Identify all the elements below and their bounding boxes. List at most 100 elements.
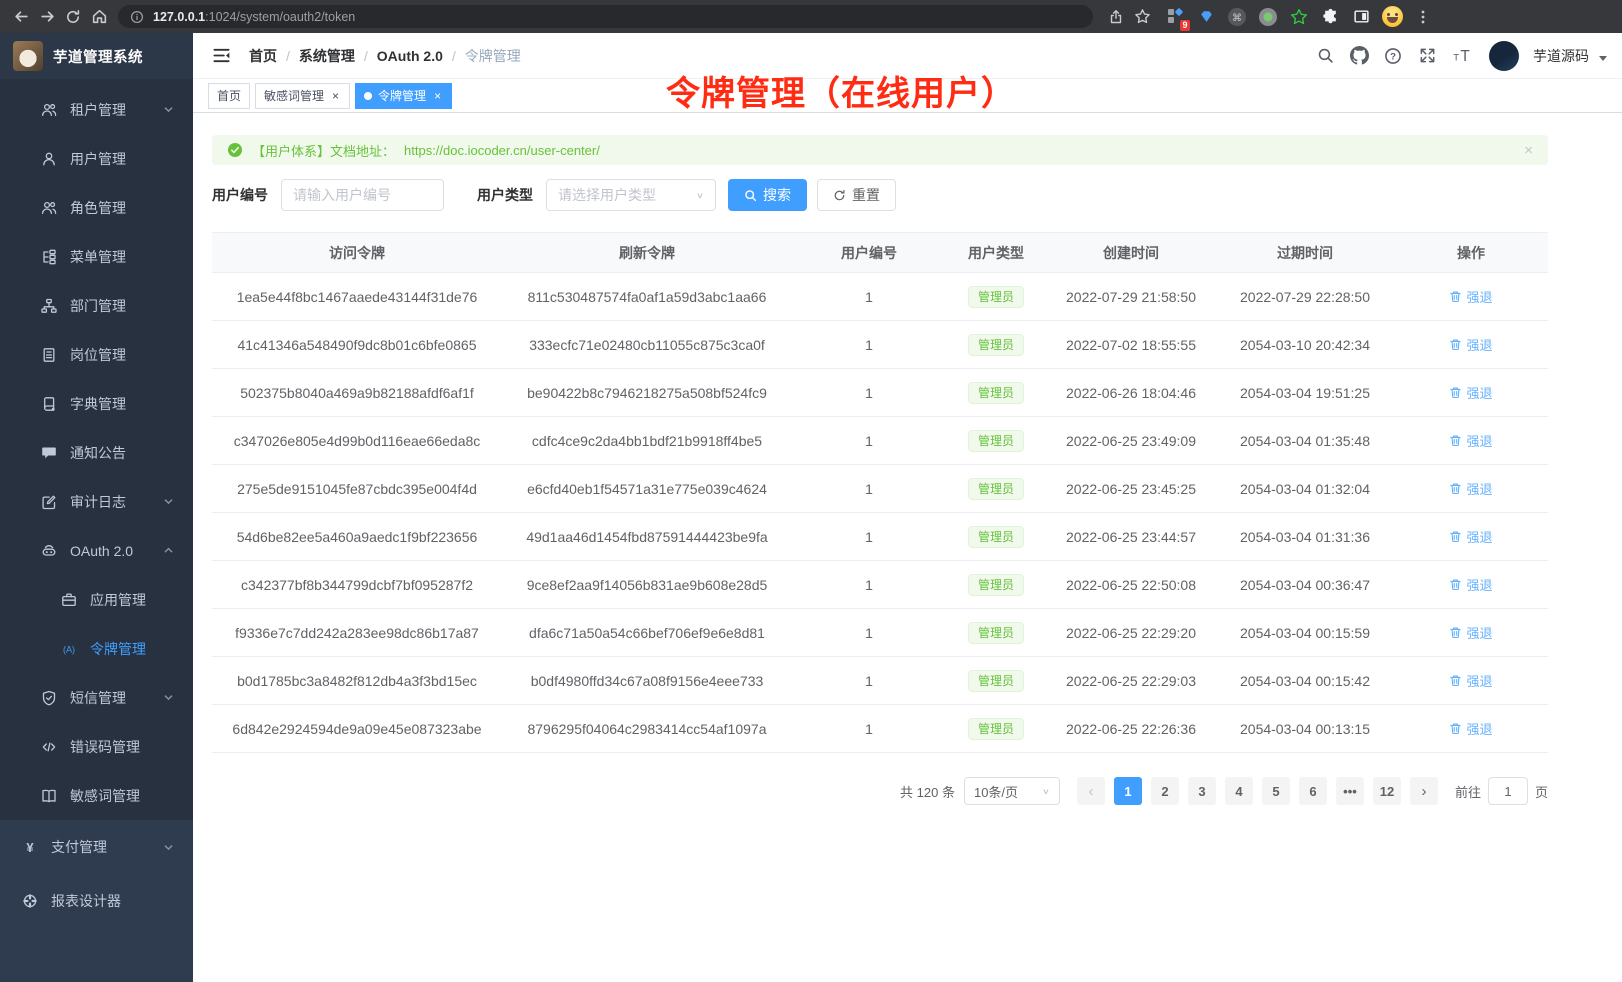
tab-令牌管理[interactable]: 令牌管理× — [355, 83, 452, 109]
sidebar-item-短信管理[interactable]: 短信管理 — [0, 673, 193, 722]
sidebar-item-用户管理[interactable]: 用户管理 — [0, 134, 193, 183]
command-icon[interactable]: ⌘ — [1225, 5, 1249, 29]
breadcrumb-item[interactable]: 首页 — [249, 46, 277, 66]
green-star-icon[interactable] — [1287, 5, 1311, 29]
force-logout-button[interactable]: 强退 — [1449, 287, 1492, 306]
tab-敏感词管理[interactable]: 敏感词管理× — [255, 83, 350, 109]
close-tab-icon[interactable]: × — [432, 89, 443, 103]
prev-page-button[interactable]: ‹ — [1077, 777, 1105, 805]
user-id-cell: 1 — [792, 609, 946, 657]
hamburger-icon[interactable] — [208, 42, 235, 69]
page-button-2[interactable]: 2 — [1151, 777, 1179, 805]
sidebar-item-敏感词管理[interactable]: 敏感词管理 — [0, 771, 193, 820]
user-type-cell: 管理员 — [946, 513, 1046, 561]
force-logout-button[interactable]: 强退 — [1449, 527, 1492, 546]
created-time-cell: 2022-07-29 21:58:50 — [1046, 273, 1216, 321]
record-icon[interactable] — [1256, 5, 1280, 29]
sidebar-item-租户管理[interactable]: 租户管理 — [0, 85, 193, 134]
avatar[interactable] — [1489, 41, 1519, 71]
chevron-down-icon: ∨ — [696, 190, 704, 199]
star-icon[interactable] — [1129, 4, 1155, 30]
github-icon[interactable] — [1345, 42, 1373, 70]
table-row: 275e5de9151045fe87cbdc395e004f4de6cfd40e… — [212, 465, 1548, 513]
user-name[interactable]: 芋道源码 — [1533, 46, 1589, 66]
search-button[interactable]: 搜索 — [728, 179, 807, 211]
extensions-grid-icon[interactable]: 9 — [1163, 5, 1187, 29]
breadcrumb-item[interactable]: OAuth 2.0 — [377, 48, 443, 64]
page-button-6[interactable]: 6 — [1299, 777, 1327, 805]
expire-time-cell: 2054-03-04 00:36:47 — [1216, 561, 1394, 609]
sidebar-item-错误码管理[interactable]: 错误码管理 — [0, 722, 193, 771]
access-token-cell: 41c41346a548490f9dc8b01c6bfe0865 — [212, 321, 502, 369]
share-icon[interactable] — [1103, 4, 1129, 30]
page-button-1[interactable]: 1 — [1114, 777, 1142, 805]
table-row: 41c41346a548490f9dc8b01c6bfe0865333ecfc7… — [212, 321, 1548, 369]
page-button-12[interactable]: 12 — [1373, 777, 1401, 805]
force-logout-button[interactable]: 强退 — [1449, 671, 1492, 690]
created-time-cell: 2022-06-25 23:45:25 — [1046, 465, 1216, 513]
more-pages-button[interactable]: ••• — [1336, 777, 1364, 805]
user-type-select[interactable]: 请选择用户类型 ∨ — [546, 179, 716, 211]
force-logout-button[interactable]: 强退 — [1449, 479, 1492, 498]
sidebar-item-OAuth 2.0[interactable]: OAuth 2.0 — [0, 526, 193, 575]
svg-text:T: T — [1453, 52, 1459, 63]
user-type-cell: 管理员 — [946, 705, 1046, 753]
force-logout-button[interactable]: 强退 — [1449, 383, 1492, 402]
alert-doc-link[interactable]: https://doc.iocoder.cn/user-center/ — [404, 143, 600, 158]
split-screen-icon[interactable] — [1349, 5, 1373, 29]
sidebar-item-审计日志[interactable]: 审计日志 — [0, 477, 193, 526]
search-icon[interactable] — [1311, 42, 1339, 70]
url-bar[interactable]: 127.0.0.1:1024/system/oauth2/token — [118, 5, 1093, 28]
reset-button[interactable]: 重置 — [817, 179, 896, 211]
profile-emoji[interactable] — [1380, 5, 1404, 29]
alert-close-icon[interactable]: × — [1524, 142, 1533, 159]
sidebar-item-报表设计器[interactable]: 报表设计器 — [0, 874, 193, 928]
page-size-select[interactable]: 10条/页∨ — [964, 777, 1060, 805]
force-logout-button[interactable]: 强退 — [1449, 623, 1492, 642]
user-id-input[interactable] — [281, 179, 444, 211]
back-icon[interactable] — [8, 4, 34, 30]
user-id-cell: 1 — [792, 321, 946, 369]
app-logo[interactable]: 芋道管理系统 — [0, 33, 193, 79]
sidebar-item-字典管理[interactable]: 字典管理 — [0, 379, 193, 428]
user-type-cell: 管理员 — [946, 657, 1046, 705]
next-page-button[interactable]: › — [1410, 777, 1438, 805]
page-button-4[interactable]: 4 — [1225, 777, 1253, 805]
sidebar-item-label: 通知公告 — [70, 443, 126, 463]
column-header-刷新令牌: 刷新令牌 — [502, 233, 792, 273]
page-button-3[interactable]: 3 — [1188, 777, 1216, 805]
sidebar-item-岗位管理[interactable]: 岗位管理 — [0, 330, 193, 379]
goto-page-input[interactable] — [1488, 777, 1528, 805]
sidebar-item-支付管理[interactable]: ¥支付管理 — [0, 820, 193, 874]
puzzle-icon[interactable] — [1318, 5, 1342, 29]
force-logout-button[interactable]: 强退 — [1449, 335, 1492, 354]
font-size-icon[interactable]: TT — [1447, 42, 1475, 70]
app-frame: 芋道管理系统 租户管理用户管理角色管理菜单管理部门管理岗位管理字典管理通知公告审… — [0, 33, 1622, 982]
app-title: 芋道管理系统 — [53, 46, 143, 67]
refresh-token-cell: 8796295f04064c2983414cc54af1097a — [502, 705, 792, 753]
overflow-menu-icon[interactable] — [1411, 5, 1435, 29]
page-button-5[interactable]: 5 — [1262, 777, 1290, 805]
briefcase-icon — [60, 592, 77, 608]
close-tab-icon[interactable]: × — [330, 89, 341, 103]
sidebar-item-通知公告[interactable]: 通知公告 — [0, 428, 193, 477]
forward-icon[interactable] — [34, 4, 60, 30]
sidebar-item-令牌管理[interactable]: (A)令牌管理 — [0, 624, 193, 673]
force-logout-button[interactable]: 强退 — [1449, 575, 1492, 594]
table-row: 54d6be82ee5a460a9aedc1f9bf22365649d1aa46… — [212, 513, 1548, 561]
force-logout-button[interactable]: 强退 — [1449, 431, 1492, 450]
sidebar-item-角色管理[interactable]: 角色管理 — [0, 183, 193, 232]
sidebar-item-部门管理[interactable]: 部门管理 — [0, 281, 193, 330]
force-logout-button[interactable]: 强退 — [1449, 719, 1492, 738]
home-icon[interactable] — [86, 4, 112, 30]
gem-icon[interactable] — [1194, 5, 1218, 29]
tab-首页[interactable]: 首页 — [208, 83, 250, 109]
reload-icon[interactable] — [60, 4, 86, 30]
help-icon[interactable]: ? — [1379, 42, 1407, 70]
fullscreen-icon[interactable] — [1413, 42, 1441, 70]
sidebar-item-菜单管理[interactable]: 菜单管理 — [0, 232, 193, 281]
breadcrumb-item[interactable]: 系统管理 — [299, 46, 355, 66]
user-id-cell: 1 — [792, 273, 946, 321]
site-info-icon[interactable] — [130, 10, 144, 24]
sidebar-item-应用管理[interactable]: 应用管理 — [0, 575, 193, 624]
